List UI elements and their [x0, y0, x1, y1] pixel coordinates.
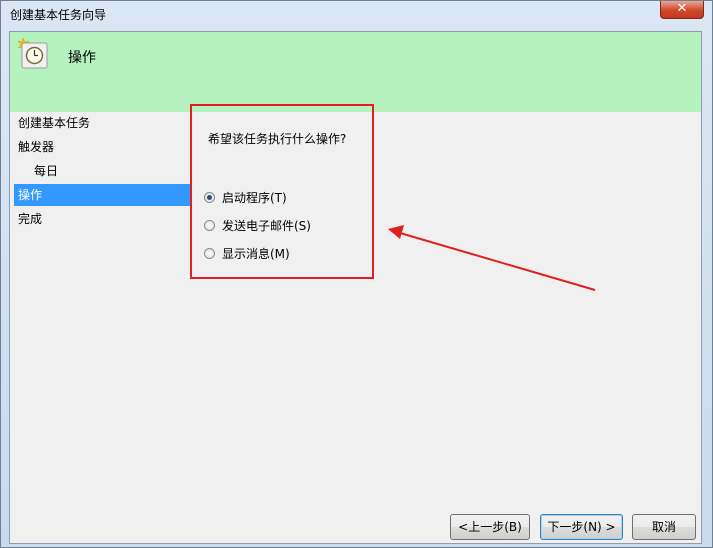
annotation-arrow — [388, 225, 596, 291]
